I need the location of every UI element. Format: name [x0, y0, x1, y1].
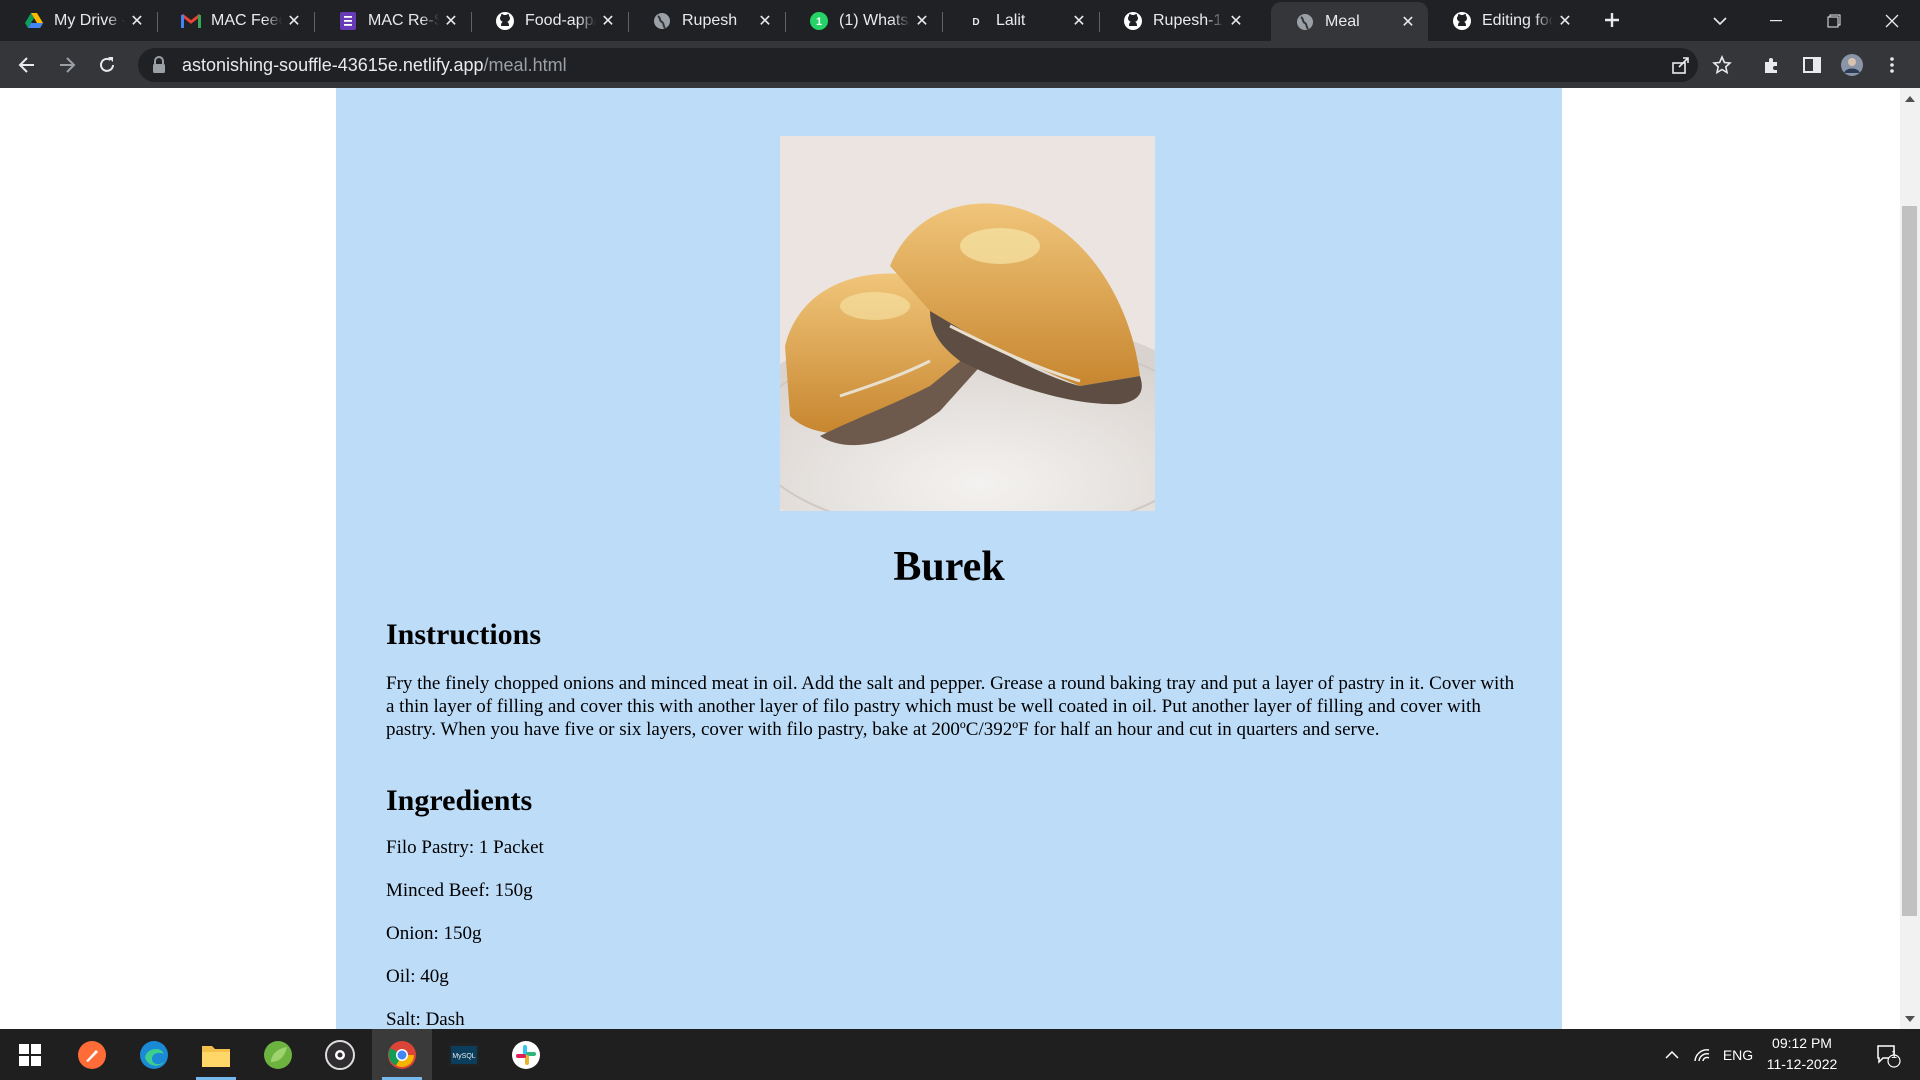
instructions-heading: Instructions: [386, 618, 542, 651]
tab-title: Lalit: [996, 11, 1026, 29]
obs-icon[interactable]: [310, 1029, 370, 1080]
edge-icon[interactable]: [124, 1029, 184, 1080]
ingredient-item: Minced Beef: 150g: [386, 880, 533, 901]
svg-text:1: 1: [816, 16, 822, 28]
tab-close-icon[interactable]: ✕: [1067, 9, 1091, 33]
ingredient-item: Filo Pastry: 1 Packet: [386, 837, 544, 858]
tab-close-icon[interactable]: ✕: [1396, 10, 1420, 34]
tab-title: Rupesh: [682, 11, 738, 29]
tab-mac-feedback[interactable]: MAC Feedback ✕: [157, 0, 314, 41]
whatsapp-icon: 1: [809, 11, 829, 31]
github-icon: [495, 11, 515, 31]
extensions-puzzle-icon[interactable]: [1756, 49, 1788, 81]
tab-rupesh[interactable]: Rupesh ✕: [628, 0, 785, 41]
side-panel-icon[interactable]: [1796, 49, 1828, 81]
tab-my-drive[interactable]: My Drive - Google Drive ✕: [0, 0, 157, 41]
scroll-down-arrow-icon[interactable]: [1900, 1010, 1920, 1028]
system-clock[interactable]: 09:12 PM 11-12-2022: [1754, 1033, 1850, 1075]
tab-close-icon[interactable]: ✕: [596, 9, 620, 33]
svg-text:D: D: [972, 17, 979, 28]
ingredients-heading: Ingredients: [386, 784, 533, 817]
url-host: astonishing-souffle-43615e.netlify.app: [182, 54, 484, 75]
ingredient-item: Onion: 150g: [386, 923, 482, 944]
tab-food-app-repo[interactable]: Food-app/R ✕: [471, 0, 628, 41]
google-drive-icon: [24, 11, 44, 31]
tab-title: Rupesh-17: [1153, 11, 1224, 29]
tab-title: My Drive - Google Drive: [54, 11, 125, 29]
tab-lalit[interactable]: D Lalit ✕: [942, 0, 1099, 41]
ingredient-item: Salt: Dash: [386, 1009, 465, 1029]
notification-count-badge: 1: [1890, 1049, 1898, 1061]
tab-search-chevron-down-icon[interactable]: [1692, 0, 1748, 41]
ingredient-item: Oil: 40g: [386, 966, 449, 987]
postman-icon[interactable]: [62, 1029, 122, 1080]
tab-title: MAC Feedback: [211, 11, 282, 29]
windows-taskbar: MySQL ENG 09:12 PM 11-12-2022 1: [0, 1029, 1920, 1080]
windows-start-icon[interactable]: [0, 1029, 60, 1080]
tab-mac-resubmission[interactable]: MAC Re-Submission ✕: [314, 0, 471, 41]
more-menu-icon[interactable]: [1876, 49, 1908, 81]
chrome-icon[interactable]: [372, 1029, 432, 1080]
tab-editing-food[interactable]: Editing food ✕: [1428, 0, 1585, 41]
d-letter-icon: D: [966, 11, 986, 31]
lock-icon[interactable]: [152, 56, 170, 74]
forms-icon: [338, 11, 358, 31]
url-path: /meal.html: [483, 54, 567, 75]
meal-card: Burek Instructions Fry the finely choppe…: [336, 88, 1562, 1029]
clock-date: 11-12-2022: [1766, 1056, 1838, 1072]
browser-tab-strip: My Drive - Google Drive ✕ MAC Feedback ✕…: [0, 0, 1920, 41]
spring-tools-icon[interactable]: [248, 1029, 308, 1080]
bookmark-star-icon[interactable]: [1706, 49, 1738, 81]
file-explorer-icon[interactable]: [186, 1029, 246, 1080]
tab-whatsapp[interactable]: 1 (1) WhatsApp ✕: [785, 0, 942, 41]
tab-title: Food-app/R: [525, 11, 596, 29]
tab-meal[interactable]: Meal ✕: [1271, 2, 1428, 41]
svg-text:MySQL: MySQL: [452, 1053, 475, 1060]
back-arrow-icon[interactable]: [11, 49, 43, 81]
globe-icon: [1295, 12, 1315, 32]
tab-close-icon[interactable]: ✕: [910, 9, 934, 33]
tab-close-icon[interactable]: ✕: [439, 9, 463, 33]
gmail-icon: [181, 11, 201, 31]
scroll-up-arrow-icon[interactable]: [1900, 90, 1920, 108]
globe-icon: [652, 11, 672, 31]
page-viewport[interactable]: Burek Instructions Fry the finely choppe…: [0, 88, 1900, 1029]
tab-title: Meal: [1325, 12, 1360, 30]
slack-icon[interactable]: [496, 1029, 556, 1080]
language-indicator[interactable]: ENG: [1718, 1029, 1758, 1080]
close-window-icon[interactable]: [1864, 0, 1920, 41]
meal-image: [730, 136, 1230, 556]
restore-icon[interactable]: [1806, 0, 1862, 41]
browser-toolbar: astonishing-souffle-43615e.netlify.app/m…: [0, 41, 1920, 88]
instructions-text: Fry the finely chopped onions and minced…: [386, 673, 1515, 740]
clock-time: 09:12 PM: [1772, 1035, 1832, 1051]
meal-title: Burek: [893, 544, 1005, 590]
address-bar[interactable]: astonishing-souffle-43615e.netlify.app/m…: [138, 48, 1698, 82]
mysql-icon[interactable]: MySQL: [434, 1029, 494, 1080]
tab-rupesh-17[interactable]: Rupesh-17 ✕: [1099, 0, 1256, 41]
tab-close-icon[interactable]: ✕: [1553, 9, 1577, 33]
show-hidden-icons-chevron-up-icon[interactable]: [1660, 1029, 1684, 1080]
new-tab-icon[interactable]: [1600, 8, 1624, 32]
share-icon[interactable]: [1665, 49, 1697, 81]
tab-close-icon[interactable]: ✕: [1224, 9, 1248, 33]
github-icon: [1452, 11, 1472, 31]
tab-close-icon[interactable]: ✕: [282, 9, 306, 33]
github-icon: [1123, 11, 1143, 31]
tab-close-icon[interactable]: ✕: [125, 9, 149, 33]
tab-title: MAC Re-Submission: [368, 11, 439, 29]
reload-icon[interactable]: [91, 49, 123, 81]
profile-avatar[interactable]: [1836, 49, 1868, 81]
scrollbar-thumb[interactable]: [1902, 206, 1917, 916]
notification-center-icon[interactable]: 1: [1868, 1029, 1908, 1080]
minimize-icon[interactable]: [1748, 0, 1804, 41]
wifi-icon[interactable]: [1690, 1029, 1714, 1080]
forward-arrow-icon[interactable]: [51, 49, 83, 81]
tab-title: Editing food: [1482, 11, 1553, 29]
tab-close-icon[interactable]: ✕: [753, 9, 777, 33]
tab-title: (1) WhatsApp: [839, 11, 910, 29]
